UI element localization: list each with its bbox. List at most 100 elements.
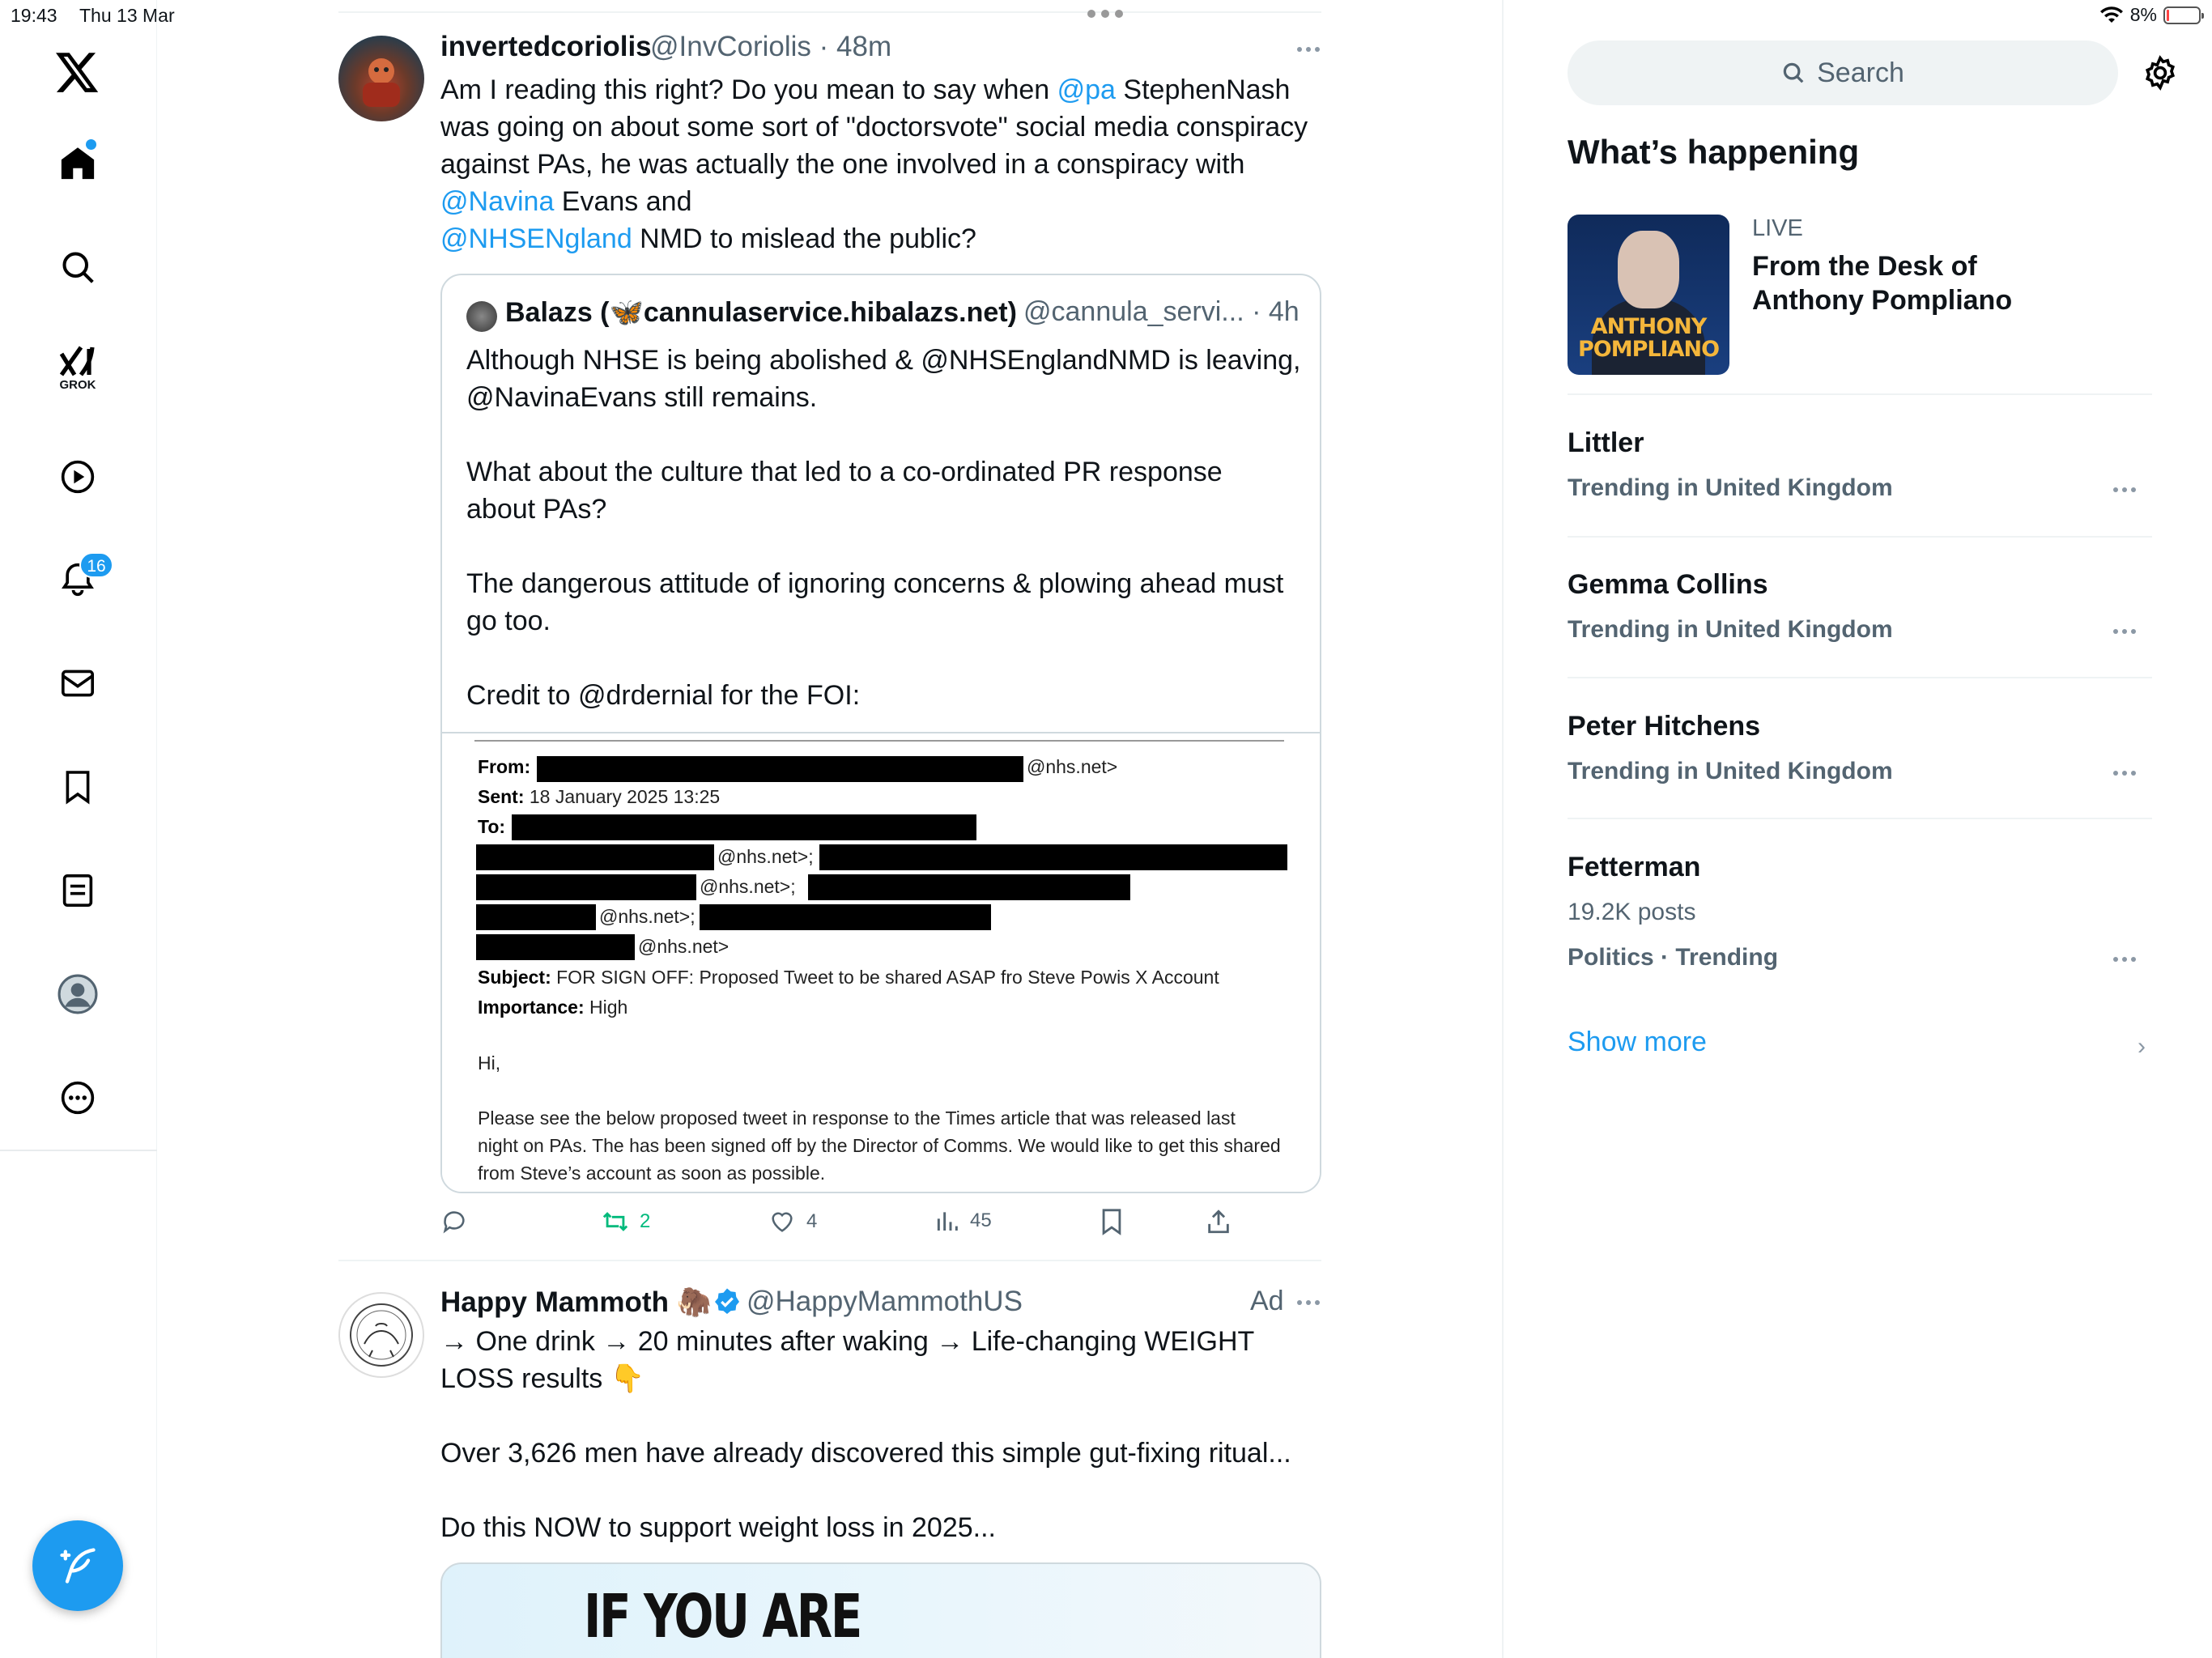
email-to-line-1: @nhs.net>; <box>717 846 814 867</box>
more-options-icon[interactable] <box>50 1070 105 1125</box>
feed-top-border <box>338 11 1321 13</box>
live-label: LIVE <box>1752 215 1803 241</box>
quoted-tweet-text: Although NHSE is being abolished & @NHSE… <box>466 345 1301 711</box>
redaction-bar <box>512 814 976 840</box>
multitask-handle[interactable] <box>1087 10 1123 18</box>
email-body-line: from Steve’s account as soon as possible… <box>478 1163 826 1184</box>
lists-icon[interactable] <box>50 863 105 918</box>
trend-name[interactable]: Gemma Collins <box>1568 569 1768 601</box>
ad-text: → One drink → 20 minutes after waking → … <box>440 1326 1291 1543</box>
search-input[interactable]: Search <box>1568 40 2118 105</box>
like-button[interactable]: 4 <box>768 1208 817 1235</box>
email-importance-line: Importance: High <box>478 997 628 1018</box>
ad-image-headline: IF YOU ARE <box>584 1582 862 1652</box>
tweet-separator <box>338 1260 1321 1261</box>
redaction-bar <box>700 904 991 930</box>
compose-feather-icon <box>60 1548 96 1584</box>
bookmark-icon <box>1102 1209 1121 1235</box>
x-logo-icon[interactable] <box>50 45 105 100</box>
email-rule <box>474 740 1284 742</box>
settings-gear-icon[interactable] <box>2142 55 2178 95</box>
bookmark-button[interactable] <box>1100 1208 1124 1235</box>
trend-name[interactable]: Peter Hitchens <box>1568 711 1760 742</box>
trend-name[interactable]: Fetterman <box>1568 852 1700 883</box>
trend-more-button[interactable] <box>2113 957 2136 962</box>
whats-happening-heading: What’s happening <box>1568 133 1860 171</box>
trend-separator <box>1568 393 2152 395</box>
email-body-line: Please see the below proposed tweet in r… <box>478 1107 1236 1129</box>
email-from-domain: @nhs.net> <box>1027 756 1118 777</box>
search-icon <box>1783 62 1804 83</box>
views-button[interactable]: 45 <box>934 1208 992 1234</box>
like-count: 4 <box>806 1210 818 1232</box>
trend-context: Trending in United Kingdom <box>1568 474 1893 501</box>
share-icon <box>1208 1209 1229 1234</box>
home-unread-dot <box>86 139 96 150</box>
trend-more-button[interactable] <box>2113 487 2136 492</box>
battery-icon <box>2163 6 2204 24</box>
redaction-bar <box>476 874 696 900</box>
left-nav: GROK 16 <box>0 0 157 1658</box>
trend-name[interactable]: Littler <box>1568 427 1644 459</box>
email-to-line-3: @nhs.net>; <box>599 906 696 927</box>
live-event-image[interactable]: ANTHONY POMPLIANO <box>1568 215 1729 375</box>
search-icon[interactable] <box>50 240 105 295</box>
trend-more-button[interactable] <box>2113 771 2136 776</box>
tweet-more-button[interactable] <box>1297 47 1320 52</box>
verified-badge-icon <box>715 1288 739 1314</box>
wifi-icon <box>2099 6 2123 23</box>
trend-posts-count: 19.2K posts <box>1568 899 1696 925</box>
grok-icon[interactable]: GROK <box>50 340 105 395</box>
notifications-badge: 16 <box>79 552 113 578</box>
ad-author-avatar[interactable] <box>338 1292 424 1378</box>
email-from-line: From: <box>478 756 531 777</box>
trend-context: Trending in United Kingdom <box>1568 758 1893 784</box>
quoted-author-avatar <box>466 301 497 332</box>
battery-percent: 8% <box>2129 4 2157 25</box>
quoted-author-handle: @cannula_servi... · 4h <box>1023 296 1300 327</box>
tweet-actions: 2 4 45 <box>440 1208 1321 1240</box>
ad-image[interactable]: IF YOU ARE <box>440 1562 1321 1658</box>
compose-post-button[interactable] <box>32 1520 123 1611</box>
trend-separator <box>1568 818 2152 819</box>
email-subject-line: Subject: FOR SIGN OFF: Proposed Tweet to… <box>478 967 1219 988</box>
video-icon[interactable] <box>50 449 105 504</box>
ad-more-button[interactable] <box>1297 1300 1320 1305</box>
live-event-title[interactable]: From the Desk of Anthony Pompliano <box>1752 249 2092 317</box>
trend-separator <box>1568 677 2152 678</box>
show-more-link[interactable]: Show more <box>1568 1027 1707 1058</box>
tweet-author-avatar[interactable] <box>338 36 424 121</box>
mention-link[interactable]: @pa <box>1057 74 1116 105</box>
ad-author-name[interactable]: Happy Mammoth 🦣 <box>440 1286 712 1319</box>
ad-author-handle[interactable]: @HappyMammothUS <box>747 1286 1023 1318</box>
retweet-button[interactable]: 2 <box>601 1208 650 1235</box>
trend-separator <box>1568 536 2152 538</box>
profile-avatar-icon[interactable] <box>50 967 105 1022</box>
redaction-bar <box>808 874 1130 900</box>
redaction-bar <box>819 844 1287 870</box>
trend-more-button[interactable] <box>2113 629 2136 634</box>
share-button[interactable] <box>1205 1208 1232 1235</box>
nav-divider <box>0 1150 157 1151</box>
redaction-bar <box>537 756 1023 782</box>
status-right: 8% <box>2099 4 2204 26</box>
mention-link[interactable]: @Navina <box>440 186 554 217</box>
redaction-bar <box>476 904 596 930</box>
bookmark-icon[interactable] <box>50 759 105 814</box>
reply-button[interactable] <box>440 1208 468 1235</box>
ad-label: Ad <box>1250 1286 1284 1316</box>
reply-icon <box>443 1211 465 1234</box>
foi-email-screenshot[interactable]: From: @nhs.net> Sent: 18 January 2025 13… <box>442 733 1320 1192</box>
quoted-tweet-card[interactable]: Balazs (🦋cannulaservice.hibalazs.net) @c… <box>440 274 1321 1193</box>
tweet-time[interactable]: · 48m <box>819 31 891 62</box>
mail-icon[interactable] <box>50 656 105 711</box>
home-icon[interactable] <box>50 136 105 191</box>
search-placeholder: Search <box>1817 57 1904 88</box>
redaction-bar <box>476 934 635 960</box>
tweet-author-handle[interactable]: @InvCoriolis · 48m <box>650 31 891 63</box>
tweet-author-name[interactable]: invertedcoriolis <box>440 31 652 63</box>
mention-link[interactable]: @NHSENgland <box>440 223 632 254</box>
retweet-count: 2 <box>640 1210 651 1232</box>
trend-context: Politics · Trending <box>1568 944 1779 971</box>
email-to-line-4: @nhs.net> <box>638 936 730 957</box>
